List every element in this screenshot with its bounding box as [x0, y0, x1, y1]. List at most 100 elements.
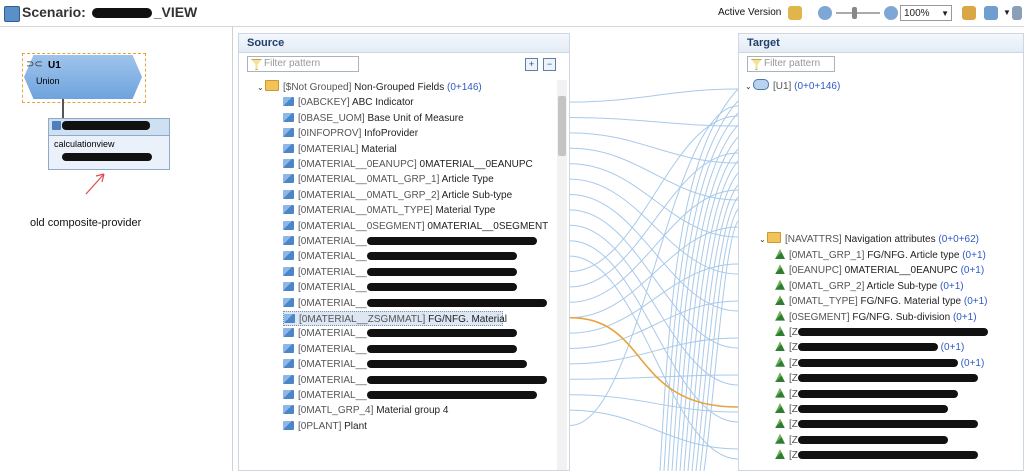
target-field-row[interactable]: [Z [775, 402, 948, 417]
target-field-row[interactable]: [Z [775, 448, 978, 463]
page-title: Scenario: _VIEW [22, 4, 197, 20]
group-tech-name: [$Not Grouped] [283, 82, 352, 93]
source-field-row[interactable]: [0ABCKEY] ABC Indicator [283, 95, 414, 110]
field-tech-name: [0MATERIAL__ [298, 297, 367, 309]
source-field-row[interactable]: [0BASE_UOM] Base Unit of Measure [283, 111, 464, 126]
target-tech-name: [Z [789, 357, 798, 369]
view-menu-icon[interactable] [1012, 6, 1022, 20]
attribute-icon [775, 449, 785, 460]
target-field-count: (0+1) [940, 342, 965, 354]
zoom-in-icon[interactable] [884, 6, 898, 20]
mapping-area [570, 88, 738, 471]
target-field-row[interactable]: [Z [775, 433, 948, 448]
target-filter-input[interactable]: Filter pattern [747, 56, 835, 72]
field-icon [283, 189, 294, 199]
zoom-slider-handle[interactable] [852, 7, 857, 19]
target-field-row[interactable]: [0MATL_GRP_2] Article Sub-type (0+1) [775, 279, 964, 294]
field-icon [283, 420, 294, 430]
filter-placeholder: Filter pattern [764, 58, 821, 69]
source-field-row[interactable]: [0MATERIAL__ [283, 342, 517, 357]
mapping-line [570, 88, 738, 103]
redacted-text [366, 252, 517, 261]
expand-all-button[interactable]: + [525, 58, 538, 71]
chevron-down-icon[interactable]: ▼ [1003, 8, 1011, 17]
redacted-text [366, 237, 537, 245]
redacted-text [366, 344, 517, 353]
target-field-row[interactable]: [Z (0+1) [775, 340, 964, 355]
source-field-row[interactable]: [0MATERIAL__0MATL_GRP_1] Article Type [283, 172, 494, 187]
redacted-text [797, 358, 958, 367]
source-field-row[interactable]: [0MATERIAL__ [283, 234, 537, 249]
collapse-arrow-icon[interactable]: ⌄ [759, 232, 767, 247]
source-field-row[interactable]: [0MATERIAL__ [283, 296, 547, 311]
redacted-text [366, 283, 517, 292]
field-tech-name: [0BASE_UOM] [298, 112, 365, 124]
annotation-arrow-icon [85, 173, 105, 195]
source-field-row[interactable]: [0MATERIAL__ [283, 280, 517, 295]
target-field-row[interactable]: [Z [775, 325, 988, 340]
target-field-row[interactable]: [0MATL_GRP_1] FG/NFG. Article type (0+1) [775, 248, 986, 263]
attribute-icon [775, 372, 785, 383]
field-tech-name: [0INFOPROV] [298, 128, 362, 140]
version-icon[interactable] [788, 6, 802, 20]
field-icon [283, 390, 294, 399]
node-connector [62, 99, 64, 119]
target-field-label: FG/NFG. Article type [867, 250, 960, 261]
target-field-count: (0+1) [962, 250, 986, 261]
redacted-text [366, 298, 547, 307]
field-icon [283, 266, 294, 276]
target-root-tech: [U1] [773, 81, 792, 92]
target-field-row[interactable]: [Z (0+1) [775, 356, 984, 371]
source-field-row[interactable]: [0INFOPROV] InfoProvider [283, 126, 418, 141]
redacted-text [366, 375, 547, 384]
target-field-row[interactable]: [Z [775, 387, 958, 402]
source-field-row[interactable]: [0MATERIAL__ [283, 265, 517, 280]
source-field-row[interactable]: [0PLANT] Plant [283, 419, 367, 434]
source-field-row[interactable]: [0MATERIAL__ [283, 357, 527, 372]
source-field-row[interactable]: [0MATERIAL__ [283, 326, 517, 341]
collapse-all-button[interactable]: − [543, 58, 556, 71]
source-field-row[interactable]: [0MATERIAL__0EANUPC] 0MATERIAL__0EANUPC [283, 157, 533, 172]
target-nav-group-row[interactable]: ⌄ [NAVATTRS] Navigation attributes (0+0+6… [759, 232, 979, 247]
redacted-text [797, 420, 978, 429]
source-filter-input[interactable]: Filter pattern [247, 56, 359, 72]
target-field-row[interactable]: [0EANUPC] 0MATERIAL__0EANUPC (0+1) [775, 263, 984, 278]
layout-icon[interactable] [962, 6, 976, 20]
source-field-row[interactable]: [0MATERIAL__0MATL_GRP_2] Article Sub-typ… [283, 188, 512, 203]
union-icon [753, 79, 769, 90]
target-root-row[interactable]: ⌄ [U1] (0+0+146) [745, 79, 840, 94]
source-field-row[interactable]: [0MATERIAL] Material [283, 142, 397, 157]
source-field-row[interactable]: [0MATERIAL__ [283, 249, 517, 264]
source-field-row[interactable]: [0MATERIAL__ [283, 388, 537, 403]
mapping-line [570, 409, 738, 450]
collapse-arrow-icon[interactable]: ⌄ [257, 80, 265, 95]
zoom-slider[interactable] [836, 12, 880, 14]
target-field-row[interactable]: [0SEGMENT] FG/NFG. Sub-division (0+1) [775, 310, 977, 325]
find-icon[interactable] [984, 6, 998, 20]
target-field-row[interactable]: [Z [775, 371, 978, 386]
target-field-label: 0MATERIAL__0EANUPC [844, 265, 958, 277]
target-root-count: (0+0+146) [794, 81, 841, 92]
source-field-row[interactable]: [0MATERIAL__0MATL_TYPE] Material Type [283, 203, 495, 218]
mapping-line [570, 132, 738, 164]
nav-group-label: Navigation attributes [844, 234, 936, 245]
collapse-arrow-icon[interactable]: ⌄ [745, 79, 753, 94]
target-field-count: (0+1) [940, 280, 964, 292]
field-label: ABC Indicator [351, 97, 414, 109]
source-group-row[interactable]: ⌄ [$Not Grouped] Non-Grouped Fields (0+14… [257, 80, 482, 95]
folder-icon [265, 80, 279, 91]
zoom-out-icon[interactable] [818, 6, 832, 20]
source-field-row[interactable]: [0MATERIAL__0SEGMENT] 0MATERIAL__0SEGMEN… [283, 219, 548, 234]
source-scrollbar-thumb[interactable] [558, 96, 566, 156]
source-field-row[interactable]: [0MATERIAL__ [283, 373, 547, 388]
target-field-row[interactable]: [Z [775, 417, 978, 432]
chevron-down-icon: ▼ [941, 9, 949, 18]
source-field-row[interactable]: [0MATERIAL__ZSGMMATL] FG/NFG. Material [283, 311, 507, 326]
field-tech-name: [0MATERIAL__ [298, 359, 367, 371]
field-label: Material group 4 [376, 405, 449, 417]
target-field-row[interactable]: [0MATL_TYPE] FG/NFG. Material type (0+1) [775, 294, 988, 309]
field-tech-name: [0MATERIAL__0SEGMENT] [298, 220, 425, 232]
zoom-select[interactable]: 100% ▼ [900, 5, 952, 21]
source-field-row[interactable]: [0MATL_GRP_4] Material group 4 [283, 403, 448, 418]
target-tech-name: [Z [789, 388, 798, 400]
